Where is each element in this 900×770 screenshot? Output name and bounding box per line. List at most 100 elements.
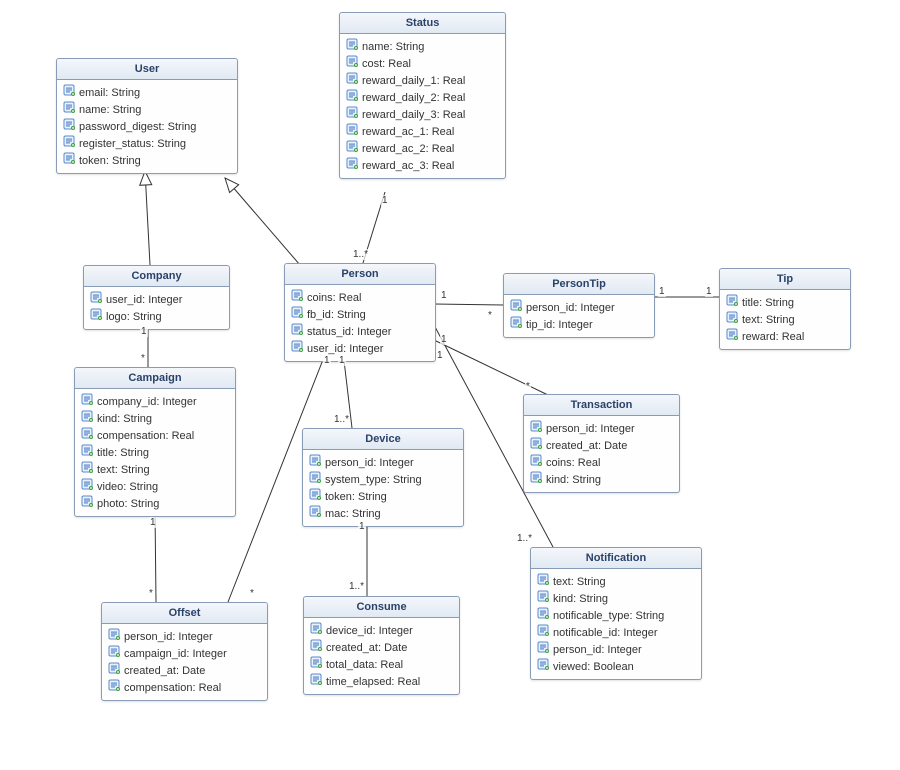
class-title[interactable]: PersonTip: [504, 274, 654, 295]
class-title[interactable]: Person: [285, 264, 435, 285]
attribute-row[interactable]: name: String: [63, 101, 231, 118]
attribute-row[interactable]: notificable_type: String: [537, 607, 695, 624]
class-body: name: Stringcost: Realreward_daily_1: Re…: [340, 34, 505, 178]
attribute-row[interactable]: video: String: [81, 478, 229, 495]
attribute-text: person_id: Integer: [546, 421, 635, 437]
class-title[interactable]: Notification: [531, 548, 701, 569]
attribute-row[interactable]: cost: Real: [346, 55, 499, 72]
multiplicity-label: 1: [381, 195, 389, 206]
attribute-row[interactable]: time_elapsed: Real: [310, 673, 453, 690]
class-title[interactable]: Campaign: [75, 368, 235, 389]
attribute-row[interactable]: token: String: [63, 152, 231, 169]
attribute-row[interactable]: password_digest: String: [63, 118, 231, 135]
attribute-text: text: String: [742, 312, 795, 328]
attribute-row[interactable]: notificable_id: Integer: [537, 624, 695, 641]
class-consume[interactable]: Consume device_id: Integercreated_at: Dat…: [303, 596, 460, 695]
attribute-row[interactable]: kind: String: [537, 590, 695, 607]
class-status[interactable]: Statusname: Stringcost: Realreward_daily…: [339, 12, 506, 179]
attribute-row[interactable]: coins: Real: [530, 454, 673, 471]
attribute-row[interactable]: device_id: Integer: [310, 622, 453, 639]
class-title[interactable]: Status: [340, 13, 505, 34]
attribute-row[interactable]: photo: String: [81, 495, 229, 512]
class-title[interactable]: Device: [303, 429, 463, 450]
class-body: coins: Realfb_id: Stringstatus_id: Integ…: [285, 285, 435, 361]
attribute-row[interactable]: coins: Real: [291, 289, 429, 306]
attribute-row[interactable]: text: String: [537, 573, 695, 590]
attribute-text: kind: String: [546, 472, 601, 488]
attribute-text: name: String: [362, 39, 424, 55]
attribute-row[interactable]: tip_id: Integer: [510, 316, 648, 333]
attribute-row[interactable]: reward_daily_2: Real: [346, 89, 499, 106]
attribute-row[interactable]: logo: String: [90, 308, 223, 325]
attribute-row[interactable]: person_id: Integer: [530, 420, 673, 437]
attribute-row[interactable]: kind: String: [81, 410, 229, 427]
attribute-row[interactable]: person_id: Integer: [108, 628, 261, 645]
attribute-row[interactable]: company_id: Integer: [81, 393, 229, 410]
attribute-icon: [726, 294, 738, 311]
attribute-row[interactable]: reward_ac_2: Real: [346, 140, 499, 157]
attribute-row[interactable]: reward_ac_3: Real: [346, 157, 499, 174]
attribute-text: text: String: [97, 462, 150, 478]
attribute-text: system_type: String: [325, 472, 422, 488]
class-person[interactable]: Personcoins: Realfb_id: Stringstatus_id:…: [284, 263, 436, 362]
attribute-text: video: String: [97, 479, 158, 495]
attribute-icon: [346, 157, 358, 174]
class-user[interactable]: User email: Stringname: Stringpassword_di…: [56, 58, 238, 174]
class-device[interactable]: Device person_id: Integersystem_type: Str…: [302, 428, 464, 527]
attribute-row[interactable]: compensation: Real: [81, 427, 229, 444]
attribute-row[interactable]: reward_daily_3: Real: [346, 106, 499, 123]
class-persontip[interactable]: PersonTip person_id: Integertip_id: Integ…: [503, 273, 655, 338]
attribute-row[interactable]: total_data: Real: [310, 656, 453, 673]
attribute-row[interactable]: user_id: Integer: [90, 291, 223, 308]
class-body: person_id: Integercampaign_id: Integercr…: [102, 624, 267, 700]
attribute-row[interactable]: reward_ac_1: Real: [346, 123, 499, 140]
attribute-icon: [90, 308, 102, 325]
attribute-row[interactable]: reward: Real: [726, 328, 844, 345]
class-title[interactable]: Offset: [102, 603, 267, 624]
attribute-row[interactable]: email: String: [63, 84, 231, 101]
attribute-row[interactable]: token: String: [309, 488, 457, 505]
class-offset[interactable]: Offsetperson_id: Integercampaign_id: Int…: [101, 602, 268, 701]
attribute-row[interactable]: name: String: [346, 38, 499, 55]
attribute-row[interactable]: viewed: Boolean: [537, 658, 695, 675]
attribute-row[interactable]: text: String: [726, 311, 844, 328]
multiplicity-label: 1..*: [352, 249, 369, 260]
class-company[interactable]: Company user_id: Integerlogo: String: [83, 265, 230, 330]
attribute-row[interactable]: system_type: String: [309, 471, 457, 488]
attribute-row[interactable]: reward_daily_1: Real: [346, 72, 499, 89]
class-notification[interactable]: Notificationtext: Stringkind: Stringnoti…: [530, 547, 702, 680]
attribute-icon: [537, 590, 549, 607]
attribute-row[interactable]: status_id: Integer: [291, 323, 429, 340]
attribute-row[interactable]: compensation: Real: [108, 679, 261, 696]
multiplicity-label: 1: [705, 286, 713, 297]
attribute-row[interactable]: title: String: [726, 294, 844, 311]
attribute-row[interactable]: person_id: Integer: [309, 454, 457, 471]
attribute-icon: [63, 152, 75, 169]
class-title[interactable]: Consume: [304, 597, 459, 618]
class-title[interactable]: Tip: [720, 269, 850, 290]
attribute-row[interactable]: created_at: Date: [108, 662, 261, 679]
class-campaign[interactable]: Campaign company_id: Integerkind: Stringc…: [74, 367, 236, 517]
attribute-row[interactable]: person_id: Integer: [510, 299, 648, 316]
attribute-row[interactable]: person_id: Integer: [537, 641, 695, 658]
attribute-row[interactable]: campaign_id: Integer: [108, 645, 261, 662]
attribute-text: email: String: [79, 85, 140, 101]
class-tip[interactable]: Tip title: Stringtext: Stringreward: Real: [719, 268, 851, 350]
attribute-row[interactable]: created_at: Date: [530, 437, 673, 454]
attribute-row[interactable]: text: String: [81, 461, 229, 478]
attribute-row[interactable]: fb_id: String: [291, 306, 429, 323]
attribute-row[interactable]: register_status: String: [63, 135, 231, 152]
class-title[interactable]: Company: [84, 266, 229, 287]
class-transaction[interactable]: Transaction person_id: Integercreated_at:…: [523, 394, 680, 493]
attribute-row[interactable]: created_at: Date: [310, 639, 453, 656]
attribute-row[interactable]: title: String: [81, 444, 229, 461]
attribute-row[interactable]: kind: String: [530, 471, 673, 488]
attribute-icon: [726, 311, 738, 328]
class-title[interactable]: User: [57, 59, 237, 80]
attribute-row[interactable]: mac: String: [309, 505, 457, 522]
multiplicity-label: *: [140, 353, 146, 364]
attribute-row[interactable]: user_id: Integer: [291, 340, 429, 357]
class-title[interactable]: Transaction: [524, 395, 679, 416]
attribute-text: person_id: Integer: [325, 455, 414, 471]
attribute-text: created_at: Date: [124, 663, 205, 679]
